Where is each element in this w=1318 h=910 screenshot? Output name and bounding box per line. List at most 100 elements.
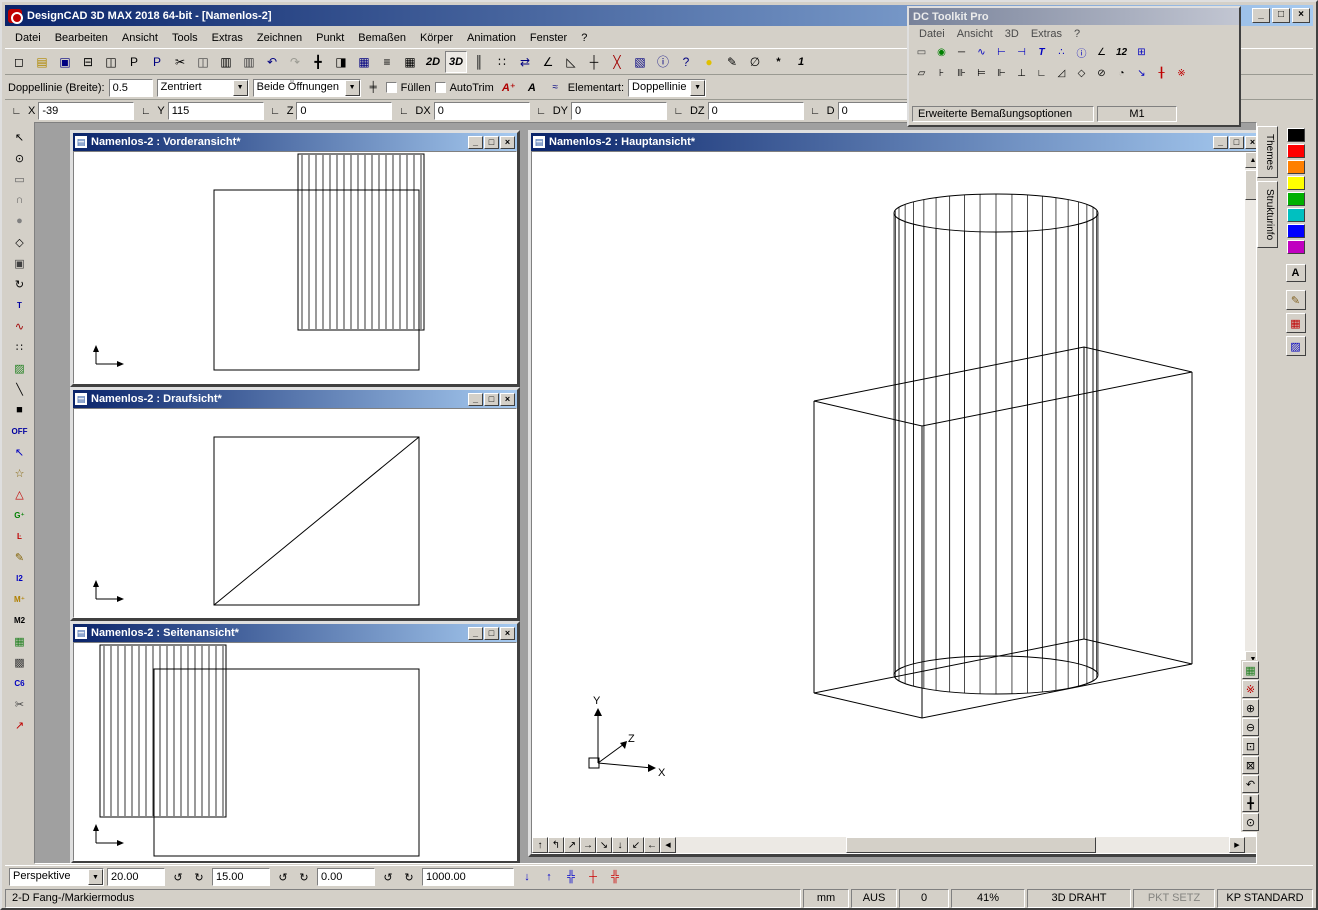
- circle-icon[interactable]: ◉: [932, 43, 951, 62]
- dim-cross-icon[interactable]: ╂: [1152, 64, 1171, 83]
- points-icon[interactable]: ∷: [491, 51, 513, 73]
- menu-item[interactable]: ?: [574, 29, 594, 47]
- child-maximize-button[interactable]: □: [1229, 136, 1244, 149]
- line-point-icon[interactable]: Ŀ: [9, 526, 31, 546]
- star-label[interactable]: *: [767, 51, 789, 73]
- breite-input[interactable]: [109, 79, 153, 97]
- child-maximize-button[interactable]: □: [484, 393, 499, 406]
- zoom-previous-icon[interactable]: ↶: [1242, 775, 1259, 793]
- view-distance-input[interactable]: [422, 868, 514, 886]
- view-downright-icon[interactable]: ↘: [596, 837, 612, 853]
- paste-icon[interactable]: ▥: [215, 51, 237, 73]
- toolkit-titlebar[interactable]: DC Toolkit Pro: [909, 8, 1239, 25]
- dim-style-e-icon[interactable]: ⊥: [1012, 64, 1031, 83]
- dim-slope-icon[interactable]: ◿: [1052, 64, 1071, 83]
- view-downleft-icon[interactable]: ↙: [628, 837, 644, 853]
- set-point-icon[interactable]: ✎: [9, 547, 31, 567]
- wand-icon[interactable]: ☆: [9, 463, 31, 483]
- arc-icon[interactable]: ∩: [9, 190, 31, 210]
- dim-clock-icon[interactable]: ◔: [1112, 64, 1131, 83]
- coord-lock-icon[interactable]: ∟: [8, 103, 25, 120]
- child-minimize-button[interactable]: _: [468, 627, 483, 640]
- angle-icon[interactable]: ∠: [537, 51, 559, 73]
- ausrichtung-select[interactable]: Zentriert ▼: [157, 79, 249, 97]
- surface-icon[interactable]: ▭: [912, 43, 931, 62]
- fuellen-checkbox[interactable]: Füllen: [386, 82, 431, 94]
- child-close-button[interactable]: ×: [1245, 136, 1257, 149]
- swatch-magenta[interactable]: [1287, 240, 1305, 254]
- child-titlebar[interactable]: ▤ Namenlos-2 : Vorderansicht* _□×: [73, 133, 517, 151]
- toolkit-menu-item[interactable]: Extras: [1025, 26, 1068, 42]
- checkbox-box[interactable]: [435, 82, 446, 93]
- coord-input[interactable]: [168, 102, 264, 120]
- menu-item[interactable]: Bemaßen: [351, 29, 413, 47]
- view-angle3-input[interactable]: [317, 868, 375, 886]
- save-icon[interactable]: ▣: [54, 51, 76, 73]
- c6-icon[interactable]: C6: [9, 673, 31, 693]
- extract-icon[interactable]: △: [9, 484, 31, 504]
- view-upright-icon[interactable]: ↗: [564, 837, 580, 853]
- vertical-scrollbar[interactable]: ▲ ▼: [1245, 152, 1257, 667]
- dim-12-icon[interactable]: 12: [1112, 43, 1131, 62]
- pan-icon[interactable]: ╋: [1242, 794, 1259, 812]
- view-angle1-input[interactable]: [107, 868, 165, 886]
- child-minimize-button[interactable]: _: [1213, 136, 1228, 149]
- view-down-icon[interactable]: ↓: [612, 837, 628, 853]
- zoom-in-icon[interactable]: ⊕: [1242, 699, 1259, 717]
- wave-icon[interactable]: ∿: [972, 43, 991, 62]
- count-label[interactable]: 1: [790, 51, 812, 73]
- menu-item[interactable]: Extras: [205, 29, 250, 47]
- toolkit-menu-item[interactable]: Datei: [913, 26, 951, 42]
- text-style-icon[interactable]: ✎: [1286, 290, 1306, 310]
- child-minimize-button[interactable]: _: [468, 393, 483, 406]
- child-close-button[interactable]: ×: [500, 136, 515, 149]
- oeffnungen-select[interactable]: Beide Öffnungen ▼: [253, 79, 361, 97]
- paste-special-icon[interactable]: ▥: [238, 51, 260, 73]
- swatch-cyan[interactable]: [1287, 208, 1305, 222]
- scroll-left-icon[interactable]: ◀: [660, 837, 676, 853]
- coord-lock-icon[interactable]: ∟: [670, 103, 687, 120]
- line-tool-icon[interactable]: ╲: [9, 379, 31, 399]
- sphere-icon[interactable]: ●: [9, 211, 31, 231]
- swatch-orange[interactable]: [1287, 160, 1305, 174]
- swap-axes-icon[interactable]: ⇄: [514, 51, 536, 73]
- grid-icon[interactable]: ▦: [399, 51, 421, 73]
- format-p2-icon[interactable]: P: [146, 51, 168, 73]
- select-box-icon[interactable]: ▧: [629, 51, 651, 73]
- palette-icon[interactable]: ▦: [1286, 313, 1306, 333]
- zoom-extents-icon[interactable]: ⊠: [1242, 756, 1259, 774]
- child-maximize-button[interactable]: □: [484, 136, 499, 149]
- dim-diameter-icon[interactable]: ⊘: [1092, 64, 1111, 83]
- menu-item[interactable]: Fenster: [523, 29, 574, 47]
- child-maximize-button[interactable]: □: [484, 627, 499, 640]
- cube-icon[interactable]: ▩: [9, 652, 31, 672]
- print-preview-icon[interactable]: ◫: [100, 51, 122, 73]
- close-button[interactable]: ×: [1292, 8, 1310, 23]
- redo-icon[interactable]: ↷: [284, 51, 306, 73]
- dim-leader-icon[interactable]: ↘: [1132, 64, 1151, 83]
- hatch-tool-icon[interactable]: ▨: [9, 358, 31, 378]
- swatch-blue[interactable]: [1287, 224, 1305, 238]
- swatch-green[interactable]: [1287, 192, 1305, 206]
- text-tool-icon[interactable]: T: [9, 295, 31, 315]
- menu-item[interactable]: Ansicht: [115, 29, 165, 47]
- zoom-icon[interactable]: ⊙: [9, 148, 31, 168]
- regen-icon[interactable]: ※: [1242, 680, 1259, 698]
- walk-up-icon[interactable]: ↑: [539, 868, 559, 887]
- maximize-button[interactable]: □: [1272, 8, 1290, 23]
- scroll-right-icon[interactable]: ▶: [1229, 837, 1245, 853]
- rotate-left-icon[interactable]: ↺: [168, 868, 188, 887]
- zoom-selected-icon[interactable]: ⊙: [1242, 813, 1259, 831]
- toolkit-menu-item[interactable]: 3D: [999, 26, 1025, 42]
- elementart-select[interactable]: Doppellinie ▼: [628, 79, 706, 97]
- zoom-window-icon[interactable]: ⊡: [1242, 737, 1259, 755]
- format-p1-icon[interactable]: P: [123, 51, 145, 73]
- m-plus-icon[interactable]: M⁺: [9, 589, 31, 609]
- chevron-down-icon[interactable]: ▼: [690, 80, 705, 96]
- menu-item[interactable]: Bearbeiten: [48, 29, 115, 47]
- cut-icon[interactable]: ✂: [169, 51, 191, 73]
- main-view-client[interactable]: Y X Z ▲ ▼ ↑↰↗→↘↓↙← ◀ ▶: [531, 151, 1257, 854]
- hatch-style-icon[interactable]: ▨: [1286, 336, 1306, 356]
- pattern-icon[interactable]: ∷: [9, 337, 31, 357]
- copy-icon[interactable]: ◫: [192, 51, 214, 73]
